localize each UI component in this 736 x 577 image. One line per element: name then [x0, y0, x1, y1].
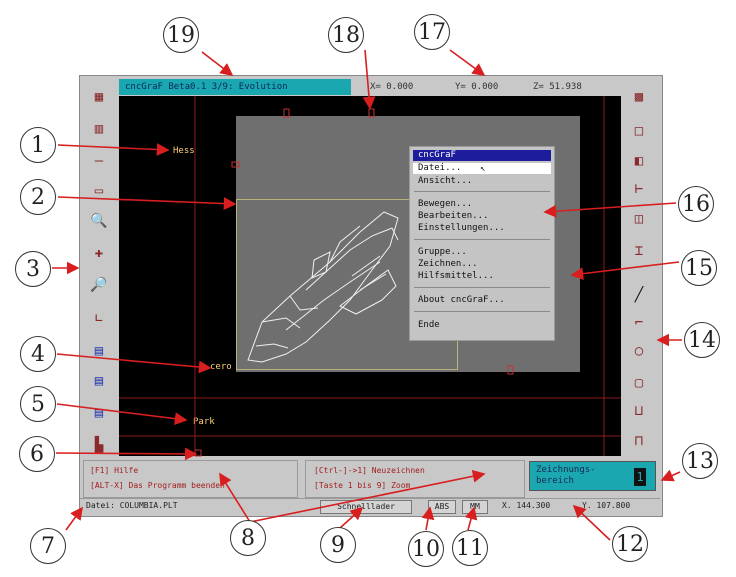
tray-icon[interactable]: ⊔: [626, 398, 652, 424]
align-left-icon[interactable]: ◧: [626, 148, 652, 174]
menu-separator: [414, 287, 550, 288]
callout-11: 11: [452, 530, 488, 566]
callout-4: 4: [20, 336, 56, 372]
coord-z-readout: Z= 51.938: [533, 82, 582, 92]
callout-1: 1: [20, 127, 56, 163]
schnelllader-button[interactable]: Schnelllader: [320, 500, 412, 514]
circle-icon[interactable]: ○: [626, 338, 652, 364]
menu-item-hilfsmittel[interactable]: Hilfsmittel...: [418, 271, 494, 282]
rectangle-tool-icon[interactable]: ▭: [86, 178, 112, 204]
menu-item-ansicht[interactable]: Ansicht...: [418, 176, 472, 187]
status-file: Datei: COLUMBIA.PLT: [86, 501, 178, 510]
line-tool-icon[interactable]: —: [86, 148, 112, 174]
zoom-out-icon[interactable]: 🔎: [86, 272, 112, 298]
pen-icon[interactable]: ╱: [626, 282, 652, 308]
window-title: cncGraF Beta0.1 3/9: Evolution: [119, 79, 351, 95]
angle-icon[interactable]: ⌐: [626, 310, 652, 336]
unit-toggle[interactable]: MM: [462, 500, 488, 514]
label-hess: Hess: [173, 146, 195, 156]
menu-separator: [414, 239, 550, 240]
status-x: X. 144.300: [502, 501, 551, 510]
callout-3: 3: [15, 251, 51, 287]
zoom-window-icon[interactable]: ▦: [86, 84, 112, 110]
machine-icon[interactable]: ▙: [86, 432, 112, 458]
callout-15: 15: [681, 250, 717, 286]
coord-y-readout: Y= 0.000: [455, 82, 499, 92]
menu-item-bearbeiten[interactable]: Bearbeiten...: [418, 211, 488, 222]
coord-x-readout: X= 0.000: [370, 82, 414, 92]
menu-separator: [414, 311, 550, 312]
callout-8: 8: [230, 520, 266, 556]
square-icon[interactable]: □: [626, 118, 652, 144]
menu-item-zeichnen[interactable]: Zeichnen...: [418, 259, 478, 270]
split-icon[interactable]: ◫: [626, 206, 652, 232]
menu-item-bewegen[interactable]: Bewegen...: [418, 199, 472, 210]
hint-line-1: [Ctrl-]->1] Neuzeichnen: [314, 466, 425, 475]
menu-header: cncGraF: [413, 150, 551, 161]
callout-13: 13: [682, 443, 718, 479]
callout-5: 5: [20, 386, 56, 422]
callout-17: 17: [414, 14, 450, 50]
callout-9: 9: [320, 527, 356, 563]
zoom-in-icon[interactable]: 🔍: [86, 208, 112, 234]
menu-item-einstellungen[interactable]: Einstellungen...: [418, 223, 505, 234]
park-icon[interactable]: ▤: [86, 400, 112, 426]
label-park: Park: [193, 417, 215, 427]
menu-separator: [414, 191, 550, 192]
move-to-icon[interactable]: ▤: [86, 368, 112, 394]
mouse-cursor-icon: ↖: [480, 164, 486, 174]
menu-item-about[interactable]: About cncGraF...: [418, 295, 505, 306]
callout-10: 10: [408, 531, 444, 567]
zoom-previous-icon[interactable]: ▥: [86, 116, 112, 142]
branch-icon[interactable]: ⊢: [626, 176, 652, 202]
corner-tool-icon[interactable]: ∟: [86, 306, 112, 332]
callout-12: 12: [612, 526, 648, 562]
callout-19: 19: [163, 17, 199, 53]
callout-16: 16: [678, 186, 714, 222]
callout-18: 18: [328, 17, 364, 53]
label-cero: cero: [210, 362, 232, 372]
callout-6: 6: [19, 436, 55, 472]
grid-icon[interactable]: ▩: [626, 84, 652, 110]
main-menu: cncGraF Datei... Ansicht... Bewegen... B…: [409, 146, 555, 341]
drawing-area-indicator: Zeichnungs- bereich 1: [529, 461, 656, 491]
callout-7: 7: [30, 528, 66, 564]
drawing-area-label: Zeichnungs- bereich: [536, 465, 596, 486]
callout-14: 14: [684, 322, 720, 358]
help-panel: [F1] Hilfe [ALT-X] Das Programm beenden: [83, 460, 298, 498]
help-line-1[interactable]: [F1] Hilfe: [90, 466, 138, 475]
status-y: Y. 107.800: [582, 501, 631, 510]
box-icon[interactable]: ▢: [626, 370, 652, 396]
abs-toggle[interactable]: ABS: [428, 500, 456, 514]
set-zero-icon[interactable]: ▤: [86, 338, 112, 364]
help-line-2[interactable]: [ALT-X] Das Programm beenden: [90, 481, 225, 490]
bracket-icon[interactable]: ⌶: [626, 238, 652, 264]
menu-item-ende[interactable]: Ende: [418, 320, 440, 331]
hint-panel: [Ctrl-]->1] Neuzeichnen [Taste 1 bis 9] …: [305, 460, 525, 498]
drawing-area-value[interactable]: 1: [634, 468, 646, 486]
menu-item-gruppe[interactable]: Gruppe...: [418, 247, 467, 258]
hint-line-2: [Taste 1 bis 9] Zoom: [314, 481, 411, 490]
frame-icon[interactable]: ⊓: [626, 428, 652, 454]
crosshair-icon[interactable]: ✚: [86, 240, 112, 266]
callout-2: 2: [20, 179, 56, 215]
